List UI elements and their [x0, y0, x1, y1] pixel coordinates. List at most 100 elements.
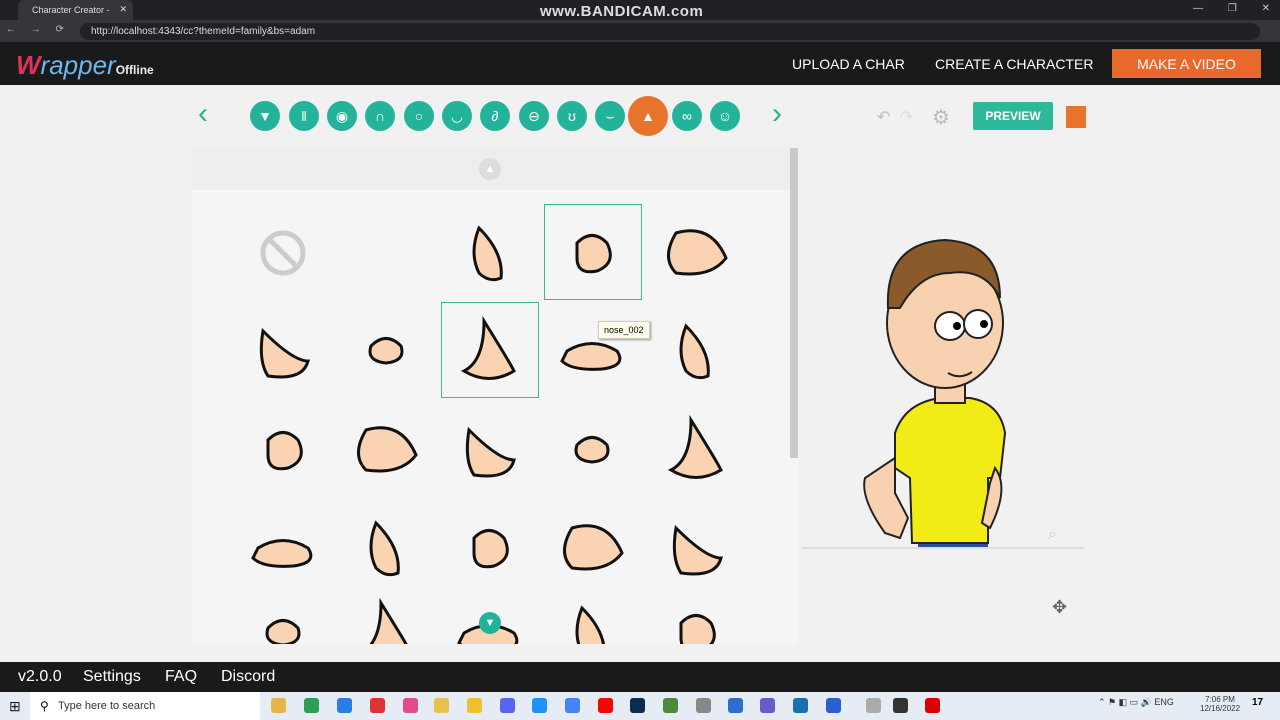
taskbar-app-icon[interactable] [565, 698, 580, 713]
close-tab-icon[interactable]: ✕ [119, 4, 127, 15]
taskbar-app-icon[interactable] [598, 698, 613, 713]
taskbar-search[interactable]: Type here to search [30, 692, 260, 720]
eyebrows-icon[interactable]: ⌣ [595, 101, 625, 131]
ear-icon[interactable]: ∂ [480, 101, 510, 131]
nav-buttons[interactable]: ← → ⟳ [6, 24, 64, 35]
move-icon[interactable]: ✥ [1052, 597, 1067, 618]
pants-icon[interactable]: ‖ [289, 101, 319, 131]
window-controls[interactable]: — ❐ ✕ [1193, 3, 1270, 14]
mouth-icon[interactable]: ◡ [442, 101, 472, 131]
nose-option[interactable] [259, 327, 310, 379]
nose-option[interactable] [266, 431, 303, 471]
app-footer: v2.0.0 Settings FAQ Discord [0, 662, 1280, 692]
nose-option[interactable] [472, 529, 509, 569]
taskbar-app-icon[interactable] [925, 698, 940, 713]
settings-link[interactable]: Settings [83, 668, 141, 686]
nose-option[interactable] [679, 323, 710, 380]
nose-option[interactable] [575, 605, 605, 644]
nose-option[interactable] [265, 619, 301, 645]
undo-icon[interactable]: ↶ [877, 107, 890, 127]
face-icon[interactable]: ◉ [327, 101, 357, 131]
clock[interactable]: 7:06 PM 12/16/2022 [1200, 695, 1240, 713]
nose-option[interactable] [465, 426, 516, 478]
url-field[interactable]: http://localhost:4343/cc?themeId=family&… [80, 23, 1260, 40]
taskbar-app-icon[interactable] [467, 698, 482, 713]
date: 12/16/2022 [1200, 704, 1241, 713]
character-preview [800, 148, 1087, 648]
redo-icon[interactable]: ↷ [900, 107, 913, 127]
search-icon: ⚲ [40, 699, 49, 713]
logo[interactable]: WrapperOffline [16, 50, 154, 81]
system-tray[interactable]: ⌃ ⚑ ◧ ▭ 🔊 ENG [1098, 697, 1174, 708]
taskbar-app-icon[interactable] [866, 698, 881, 713]
recording-watermark: www.BANDICAM.com [540, 3, 704, 20]
taskbar-app-icon[interactable] [630, 698, 645, 713]
gear-icon[interactable]: ⚙ [932, 105, 950, 130]
upload-char-button[interactable]: UPLOAD A CHAR [783, 49, 914, 78]
time: 7:06 PM [1205, 695, 1235, 704]
logo-suffix: Offline [115, 63, 154, 77]
next-category-arrow[interactable]: › [772, 97, 782, 131]
prev-category-arrow[interactable]: ‹ [198, 97, 208, 131]
notification-badge[interactable]: 17 [1252, 697, 1263, 708]
taskbar-app-icon[interactable] [500, 698, 515, 713]
nose-option[interactable] [357, 426, 418, 473]
nose-option[interactable] [563, 524, 624, 571]
taskbar-app-icon[interactable] [760, 698, 775, 713]
version-label: v2.0.0 [18, 668, 62, 685]
nose-option[interactable] [251, 539, 313, 568]
nose-option[interactable] [679, 614, 716, 645]
taskbar-app-icon[interactable] [337, 698, 352, 713]
nose-option[interactable] [672, 524, 723, 576]
nose-option[interactable] [369, 520, 400, 577]
scroll-down-icon[interactable]: ▼ [479, 612, 501, 634]
eyes-icon[interactable]: ʊ [557, 101, 587, 131]
make-video-button[interactable]: MAKE A VIDEO [1112, 49, 1261, 78]
nose-option-selected-hover[interactable] [544, 204, 642, 300]
taskbar-app-icon[interactable] [304, 698, 319, 713]
taskbar-app-icon[interactable] [663, 698, 678, 713]
scrollbar[interactable] [790, 148, 798, 458]
taskbar-app-icon[interactable] [532, 698, 547, 713]
taskbar-app-icon[interactable] [793, 698, 808, 713]
nose-option[interactable] [368, 337, 404, 365]
taskbar-app-icon[interactable] [271, 698, 286, 713]
zoom-icon[interactable]: ⌕ [1048, 526, 1057, 544]
stage-divider [802, 547, 1084, 549]
category-toolbar: ‹ ▼ ‖ ◉ ∩ ○ ◡ ∂ ⊖ ʊ ⌣ ▲ ∞ ☺ › ↶ ↷ ⚙ [192, 96, 1087, 139]
nose-option[interactable] [472, 225, 503, 282]
nose-option[interactable] [667, 414, 723, 479]
freckles-icon[interactable]: ☺ [710, 101, 740, 131]
nose-option-selected[interactable] [441, 302, 539, 398]
tooltip: nose_002 [598, 321, 650, 339]
discord-link[interactable]: Discord [221, 668, 275, 686]
hair-icon[interactable]: ∩ [365, 101, 395, 131]
search-placeholder: Type here to search [58, 700, 156, 712]
taskbar-app-icon[interactable] [893, 698, 908, 713]
nose-option[interactable] [361, 597, 411, 644]
nose-option[interactable] [560, 342, 622, 371]
shirt-icon[interactable]: ▼ [250, 101, 280, 131]
create-character-button[interactable]: CREATE A CHARACTER [926, 49, 1102, 78]
faq-link[interactable]: FAQ [165, 668, 197, 686]
preview-button[interactable]: PREVIEW [973, 102, 1053, 130]
taskbar-app-icon[interactable] [370, 698, 385, 713]
taskbar-app-icon[interactable] [434, 698, 449, 713]
character-figure [863, 238, 1007, 548]
none-option[interactable] [260, 230, 306, 276]
save-icon[interactable] [1066, 106, 1086, 128]
glasses-icon[interactable]: ∞ [672, 101, 702, 131]
nose-option[interactable] [574, 436, 610, 464]
eye-shape-icon[interactable]: ⊖ [519, 101, 549, 131]
taskbar-app-icon[interactable] [728, 698, 743, 713]
windows-start-icon[interactable]: ⊞ [9, 698, 21, 715]
taskbar-app-icon[interactable] [826, 698, 841, 713]
beard-icon[interactable]: ○ [404, 101, 434, 131]
language: ENG [1154, 697, 1174, 707]
nose-option[interactable] [667, 229, 728, 276]
nose-icon[interactable]: ▲ [628, 96, 668, 136]
browser-tab[interactable]: Character Creator - ...✕ [18, 0, 133, 25]
nose-picker: ▲ ▼ [192, 148, 798, 644]
taskbar-app-icon[interactable] [403, 698, 418, 713]
taskbar-app-icon[interactable] [696, 698, 711, 713]
